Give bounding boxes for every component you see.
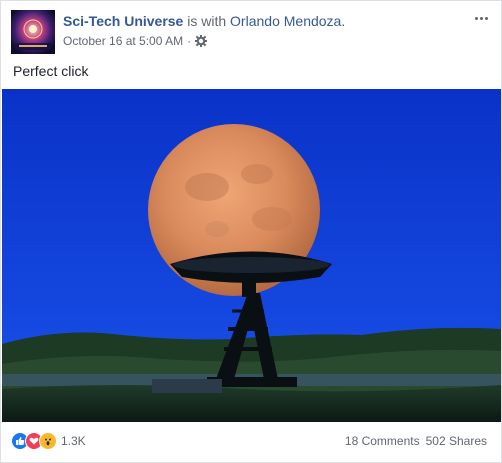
with-text: is with (187, 13, 227, 29)
timestamp-link[interactable]: October 16 at 5:00 AM (63, 34, 183, 48)
wow-reaction-icon (39, 432, 57, 450)
dot (479, 16, 483, 20)
post-card: Sci-Tech Universe is with Orlando Mendoz… (0, 0, 502, 463)
tagged-person-link[interactable]: Orlando Mendoza. (230, 13, 345, 29)
post-stats: 18 Comments 502 Shares (345, 434, 487, 448)
page-name-link[interactable]: Sci-Tech Universe (63, 13, 183, 29)
post-meta: October 16 at 5:00 AM · (63, 34, 208, 48)
post-photo[interactable] (2, 89, 501, 422)
gear-icon[interactable] (194, 34, 208, 48)
more-options-icon[interactable] (471, 10, 491, 26)
meta-separator: · (187, 34, 192, 48)
shares-count-link[interactable]: 502 Shares (426, 434, 487, 448)
reaction-count: 1.3K (61, 434, 86, 448)
comments-count-link[interactable]: 18 Comments (345, 434, 420, 448)
post-footer: 1.3K 18 Comments 502 Shares (11, 429, 487, 453)
post-body-text: Perfect click (13, 63, 89, 79)
header-title: Sci-Tech Universe is with Orlando Mendoz… (63, 12, 345, 30)
photo-illustration (2, 89, 501, 422)
dot (474, 16, 478, 20)
post-header: Sci-Tech Universe is with Orlando Mendoz… (11, 10, 491, 54)
reactions-summary[interactable]: 1.3K (11, 432, 86, 450)
page-avatar[interactable] (11, 10, 55, 54)
dot (484, 16, 488, 20)
